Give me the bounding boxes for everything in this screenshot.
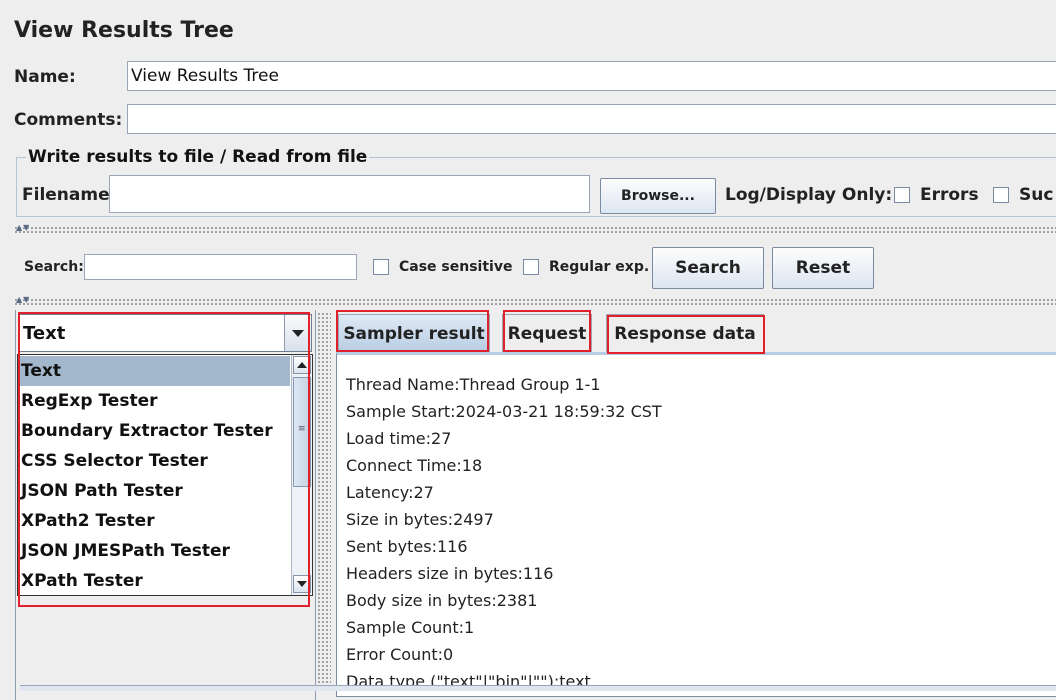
splitter-vertical[interactable]	[317, 312, 331, 692]
log-display-label: Log/Display Only:	[725, 185, 893, 205]
renderer-option-css[interactable]: CSS Selector Tester	[18, 446, 290, 476]
renderer-selected-value: Text	[23, 323, 66, 344]
tab-request[interactable]: Request	[502, 314, 592, 352]
result-line: Load time:27	[346, 429, 452, 448]
renderer-option-regexp[interactable]: RegExp Tester	[18, 386, 290, 416]
chevron-down-icon[interactable]	[284, 315, 311, 351]
regular-exp-label: Regular exp.	[549, 259, 650, 275]
horizontal-scrollbar[interactable]	[20, 685, 1056, 691]
renderer-option-xpath[interactable]: XPath Tester	[18, 566, 290, 595]
renderer-option-boundary[interactable]: Boundary Extractor Tester	[18, 416, 290, 446]
result-line: Headers size in bytes:116	[346, 564, 554, 583]
search-button[interactable]: Search	[652, 247, 764, 289]
browse-button[interactable]: Browse...	[600, 178, 716, 214]
filename-label: Filename	[22, 185, 110, 205]
splitter-top-grip-icon[interactable]: ▲▼	[16, 223, 30, 232]
renderer-option-json-path[interactable]: JSON Path Tester	[18, 476, 290, 506]
result-line: Sample Count:1	[346, 618, 475, 637]
splitter-top[interactable]	[14, 226, 1056, 234]
reset-button[interactable]: Reset	[772, 247, 874, 289]
result-line: Sent bytes:116	[346, 537, 468, 556]
filename-input[interactable]	[109, 175, 590, 213]
result-line: Latency:27	[346, 483, 434, 502]
successes-label: Suc	[1019, 185, 1054, 205]
sampler-result-content: Thread Name:Thread Group 1-1 Sample Star…	[336, 352, 1056, 697]
result-line: Sample Start:2024-03-21 18:59:32 CST	[346, 402, 662, 421]
file-group-title: Write results to file / Read from file	[26, 147, 370, 167]
scroll-thumb[interactable]: ≡	[293, 377, 311, 487]
search-input[interactable]	[84, 254, 357, 280]
grip-icon: ≡	[298, 424, 306, 434]
tab-response-data[interactable]: Response data	[606, 314, 764, 352]
dropdown-scrollbar[interactable]: ≡	[291, 355, 312, 595]
result-line: Size in bytes:2497	[346, 510, 494, 529]
case-sensitive-label: Case sensitive	[399, 259, 513, 275]
renderer-option-xpath2[interactable]: XPath2 Tester	[18, 506, 290, 536]
errors-checkbox[interactable]	[894, 187, 910, 203]
name-input[interactable]: View Results Tree	[127, 61, 1056, 91]
renderer-select[interactable]: Text	[18, 314, 312, 352]
scroll-up-icon[interactable]	[293, 356, 311, 374]
result-line: Error Count:0	[346, 645, 454, 664]
comments-label: Comments:	[14, 110, 123, 130]
errors-label: Errors	[920, 185, 979, 205]
splitter-middle-grip-icon[interactable]: ▲▼	[16, 295, 30, 304]
splitter-middle[interactable]	[14, 298, 1056, 306]
renderer-option-jmespath[interactable]: JSON JMESPath Tester	[18, 536, 290, 566]
successes-checkbox[interactable]	[993, 187, 1009, 203]
search-label: Search:	[24, 259, 84, 275]
comments-input[interactable]	[127, 104, 1056, 134]
name-label: Name:	[14, 67, 76, 87]
case-sensitive-checkbox[interactable]	[373, 259, 389, 275]
tab-sampler-result[interactable]: Sampler result	[338, 314, 490, 352]
result-line: Body size in bytes:2381	[346, 591, 538, 610]
regular-exp-checkbox[interactable]	[523, 259, 539, 275]
page-title: View Results Tree	[14, 18, 234, 43]
renderer-dropdown-list[interactable]: Text RegExp Tester Boundary Extractor Te…	[17, 354, 313, 596]
result-line: Thread Name:Thread Group 1-1	[346, 375, 601, 394]
scroll-down-icon[interactable]	[293, 575, 311, 593]
result-line: Connect Time:18	[346, 456, 483, 475]
renderer-option-text[interactable]: Text	[18, 356, 290, 386]
